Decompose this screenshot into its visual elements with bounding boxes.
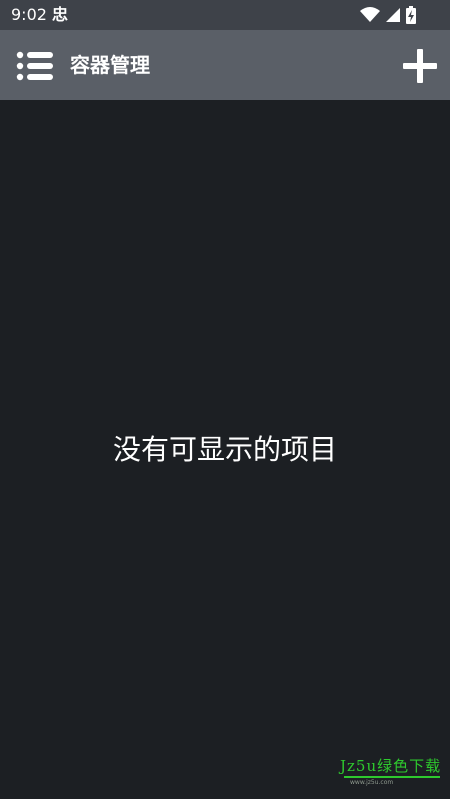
empty-state-message: 没有可显示的项目 [112, 433, 337, 466]
list-menu-icon [16, 51, 53, 81]
notification-icon: 忠 [52, 5, 69, 24]
status-icons [360, 6, 416, 24]
menu-button[interactable] [16, 51, 54, 81]
screen: 9:02 忠 容器管理 没有可显示的项目 Jz5u绿色下载 www.jz5u.c… [0, 0, 450, 799]
wifi-icon [360, 7, 380, 22]
watermark-divider [344, 776, 440, 778]
status-time: 9:02 [11, 5, 47, 24]
watermark-logo: Jz5u绿色下载 www.jz5u.com [340, 757, 444, 787]
cell-signal-icon [386, 8, 400, 22]
add-button[interactable] [402, 48, 438, 84]
battery-charging-icon [406, 6, 416, 24]
content-area: 没有可显示的项目 [0, 100, 450, 799]
page-title: 容器管理 [70, 53, 150, 77]
status-bar: 9:02 忠 [0, 0, 450, 30]
app-bar: 容器管理 [0, 30, 450, 100]
watermark-text: Jz5u绿色下载 [340, 757, 442, 775]
watermark-subtext: www.jz5u.com [350, 779, 394, 786]
plus-icon [403, 49, 437, 83]
